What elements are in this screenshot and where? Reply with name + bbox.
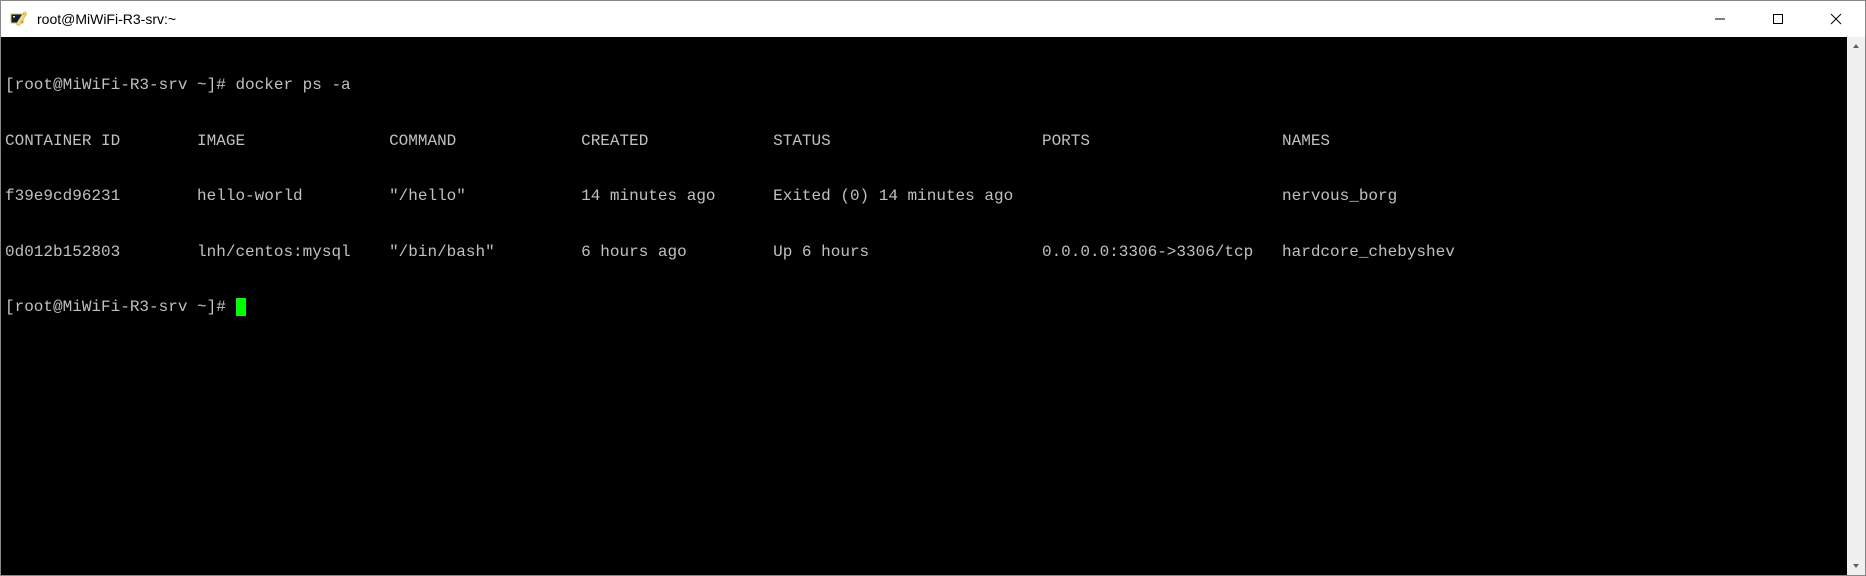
window-titlebar[interactable]: root@MiWiFi-R3-srv:~	[1, 1, 1865, 37]
scroll-up-button[interactable]	[1847, 37, 1865, 55]
terminal-cursor	[236, 298, 246, 316]
window-controls	[1691, 1, 1865, 37]
minimize-button[interactable]	[1691, 1, 1749, 37]
terminal-area: [root@MiWiFi-R3-srv ~]# docker ps -a CON…	[1, 37, 1865, 575]
terminal-line: f39e9cd96231 hello-world "/hello" 14 min…	[5, 187, 1843, 206]
putty-icon	[9, 9, 29, 29]
close-button[interactable]	[1807, 1, 1865, 37]
maximize-button[interactable]	[1749, 1, 1807, 37]
scrollbar-track[interactable]	[1847, 55, 1865, 557]
terminal-line: CONTAINER ID IMAGE COMMAND CREATED STATU…	[5, 132, 1843, 151]
window-title: root@MiWiFi-R3-srv:~	[37, 11, 1691, 27]
scroll-down-button[interactable]	[1847, 557, 1865, 575]
terminal-prompt: [root@MiWiFi-R3-srv ~]#	[5, 298, 235, 316]
terminal[interactable]: [root@MiWiFi-R3-srv ~]# docker ps -a CON…	[1, 37, 1847, 575]
vertical-scrollbar[interactable]	[1847, 37, 1865, 575]
terminal-prompt-line: [root@MiWiFi-R3-srv ~]#	[5, 298, 1843, 317]
terminal-line: [root@MiWiFi-R3-srv ~]# docker ps -a	[5, 76, 1843, 95]
terminal-line: 0d012b152803 lnh/centos:mysql "/bin/bash…	[5, 243, 1843, 262]
